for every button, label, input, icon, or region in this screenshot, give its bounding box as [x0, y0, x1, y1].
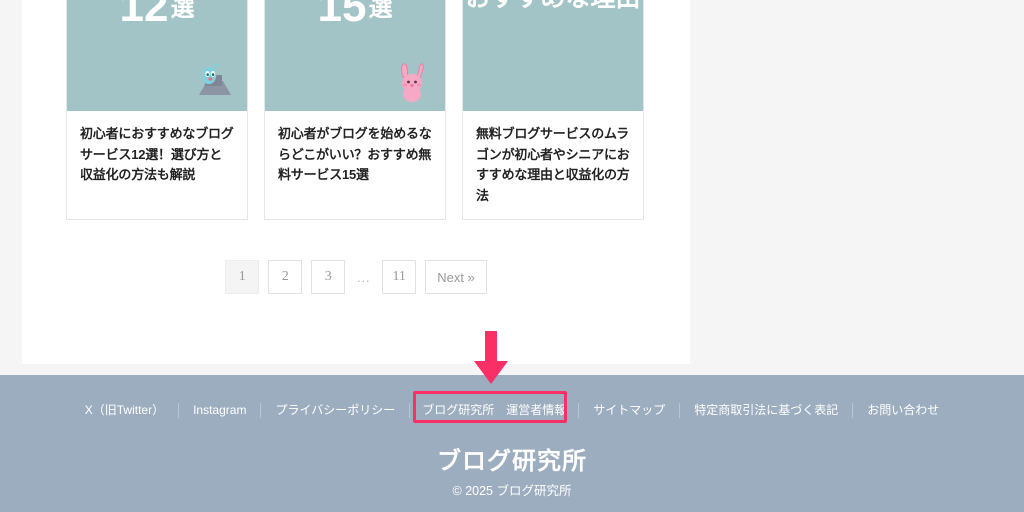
article-card-grid: ＜初心者向け＞ おすすめ ブログサービス 12 選	[66, 0, 646, 220]
pagination: 1 2 3 … 11 Next »	[22, 260, 690, 294]
card-thumb-line-3: おすすめな理由	[465, 0, 640, 14]
site-footer: X（旧Twitter） Instagram プライバシーポリシー ブログ研究所 …	[0, 375, 1024, 512]
main-content-column: ＜初心者向け＞ おすすめ ブログサービス 12 選	[22, 0, 690, 364]
pagination-next-button[interactable]: Next »	[425, 260, 487, 294]
card-thumb-suffix: 選	[368, 0, 393, 22]
card-thumb-count-row: 15 選	[317, 0, 393, 32]
card-thumbnail: ＜初心者向け＞ おすすめ 無料ブログ 15 選	[265, 0, 445, 111]
ghost-laptop-icon	[199, 63, 231, 95]
footer-link-x-twitter[interactable]: X（旧Twitter）	[71, 401, 178, 419]
footer-link-sitemap[interactable]: サイトマップ	[579, 401, 679, 419]
card-thumbnail: ＜初心者向け＞ おすすめ ブログサービス 12 選	[67, 0, 247, 111]
article-card[interactable]: ＜初心者＆シニア向け＞ 無料ブログ の ムラゴン が おすすめな理由 無料ブログ…	[462, 0, 644, 220]
article-card[interactable]: ＜初心者向け＞ おすすめ 無料ブログ 15 選	[264, 0, 446, 220]
card-body: 無料ブログサービスのムラゴンが初心者やシニアにおすすめな理由と収益化の方法	[463, 111, 643, 219]
card-title[interactable]: 無料ブログサービスのムラゴンが初心者やシニアにおすすめな理由と収益化の方法	[476, 124, 630, 206]
page-root: ＜初心者向け＞ おすすめ ブログサービス 12 選	[0, 0, 1024, 512]
card-title[interactable]: 初心者がブログを始めるならどこがいい？おすすめ無料サービス15選	[278, 124, 432, 186]
card-thumb-count-row: 12 選	[119, 0, 195, 32]
footer-link-privacy-policy[interactable]: プライバシーポリシー	[261, 401, 409, 419]
footer-link-operator-info[interactable]: ブログ研究所 運営者情報	[410, 401, 578, 419]
pagination-page-1[interactable]: 1	[225, 260, 260, 294]
article-card[interactable]: ＜初心者向け＞ おすすめ ブログサービス 12 選	[66, 0, 248, 220]
footer-link-contact[interactable]: お問い合わせ	[853, 401, 953, 419]
card-thumb-number: 12	[119, 0, 169, 32]
footer-link-legal-notice[interactable]: 特定商取引法に基づく表記	[680, 401, 852, 419]
pagination-ellipsis: …	[356, 269, 372, 285]
pink-rabbit-icon	[401, 63, 424, 102]
footer-link-instagram[interactable]: Instagram	[179, 401, 260, 419]
card-thumb-number: 15	[317, 0, 367, 32]
footer-copyright: © 2025 ブログ研究所	[452, 484, 572, 498]
card-title[interactable]: 初心者におすすめなブログサービス12選！選び方と収益化の方法も解説	[80, 124, 234, 186]
pagination-page-2[interactable]: 2	[268, 260, 303, 294]
card-thumbnail: ＜初心者＆シニア向け＞ 無料ブログ の ムラゴン が おすすめな理由	[463, 0, 643, 111]
footer-navigation: X（旧Twitter） Instagram プライバシーポリシー ブログ研究所 …	[0, 401, 1024, 419]
card-body: 初心者におすすめなブログサービス12選！選び方と収益化の方法も解説	[67, 111, 247, 219]
pagination-page-last[interactable]: 11	[382, 260, 417, 294]
footer-brand-name: ブログ研究所	[437, 448, 587, 475]
card-body: 初心者がブログを始めるならどこがいい？おすすめ無料サービス15選	[265, 111, 445, 219]
card-thumb-suffix: 選	[170, 0, 195, 22]
pagination-page-3[interactable]: 3	[311, 260, 346, 294]
down-arrow-annotation	[474, 331, 508, 384]
